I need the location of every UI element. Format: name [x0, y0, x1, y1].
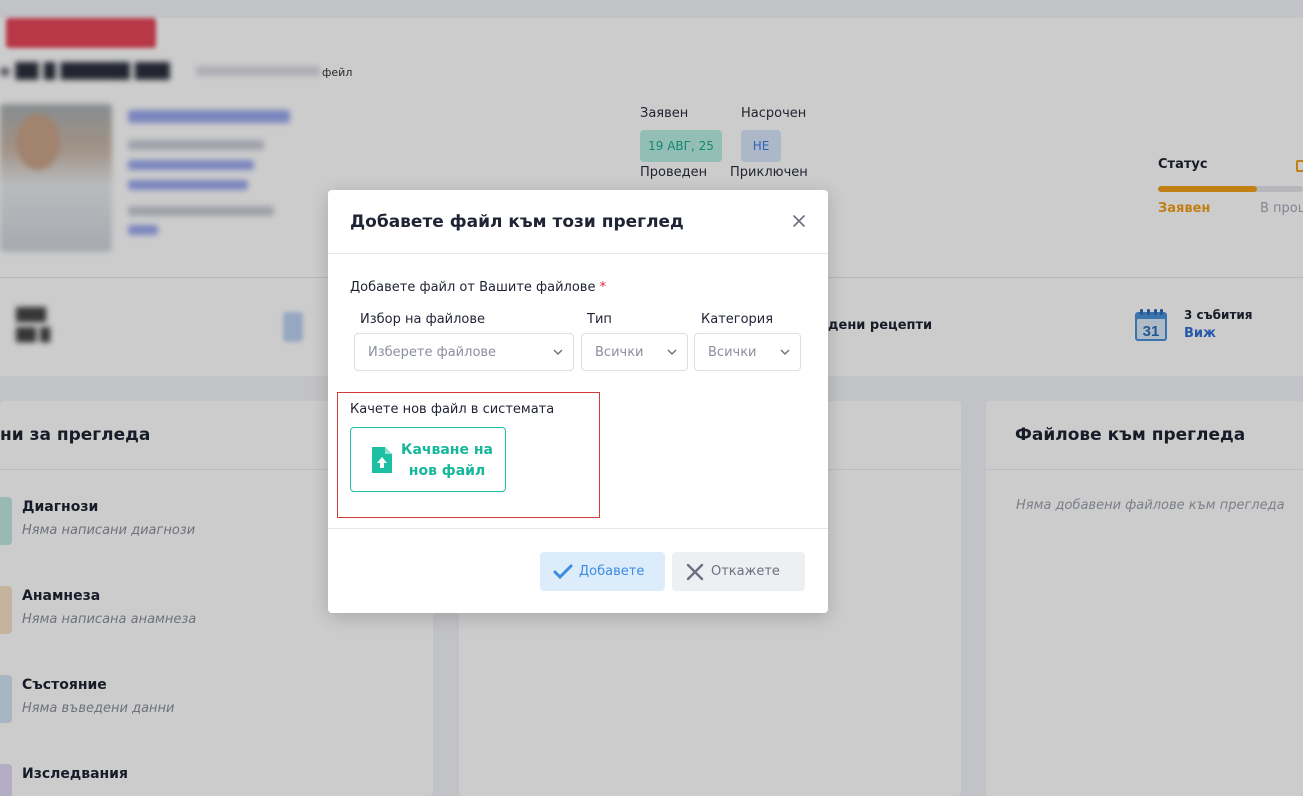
existing-files-label-text: Добавете файл от Вашите файлове	[350, 280, 596, 295]
modal-footer-divider	[328, 528, 828, 529]
modal-header: Добавете файл към този преглед	[328, 190, 828, 254]
add-button[interactable]: Добавете	[540, 552, 665, 591]
type-select-value: Всички	[595, 344, 644, 360]
file-select-placeholder: Изберете файлове	[368, 344, 497, 360]
type-select[interactable]: Всички	[581, 333, 688, 371]
type-select-label: Тип	[587, 312, 612, 327]
modal-title: Добавете файл към този преглед	[350, 212, 684, 232]
chevron-down-icon	[553, 349, 563, 355]
upload-section-label: Качете нов файл в системата	[350, 402, 555, 417]
chevron-down-icon	[780, 349, 790, 355]
cancel-button-label: Откажете	[711, 564, 780, 579]
upload-new-file-button[interactable]: Качване на нов файл	[350, 427, 506, 492]
file-select[interactable]: Изберете файлове	[354, 333, 574, 371]
upload-button-label: Качване на нов файл	[401, 442, 493, 479]
category-select-value: Всички	[708, 344, 757, 360]
add-button-label: Добавете	[579, 564, 645, 579]
required-mark: *	[599, 280, 607, 295]
file-select-label: Избор на файлове	[360, 312, 486, 327]
chevron-down-icon	[667, 349, 677, 355]
add-file-modal: Добавете файл към този преглед Добавете …	[328, 190, 828, 613]
cancel-button[interactable]: Откажете	[672, 552, 805, 591]
x-icon	[686, 563, 704, 580]
category-select[interactable]: Всички	[694, 333, 801, 371]
existing-files-label: Добавете файл от Вашите файлове *	[350, 280, 606, 295]
category-select-label: Категория	[701, 312, 774, 327]
file-upload-icon	[372, 447, 392, 473]
close-icon[interactable]	[790, 212, 808, 230]
check-icon	[553, 564, 573, 579]
